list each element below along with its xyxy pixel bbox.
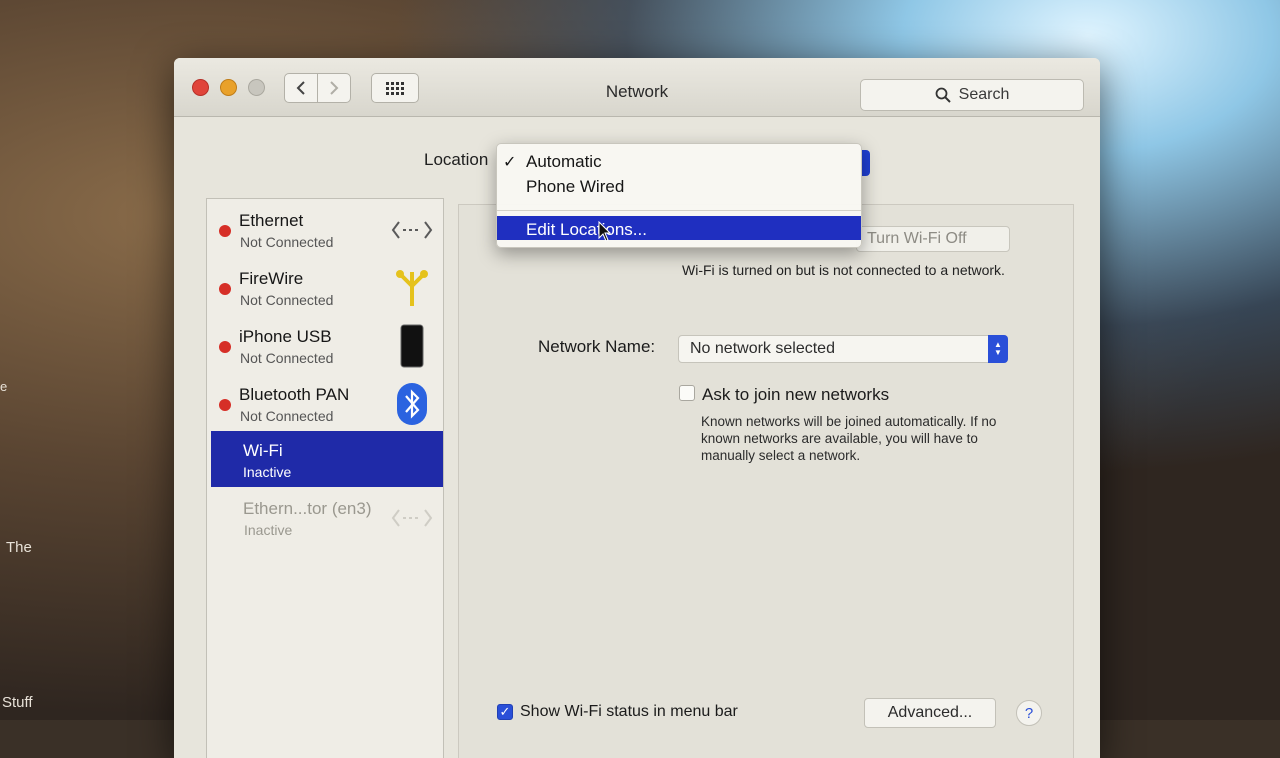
network-name-select[interactable]: No network selected ▲ ▼ bbox=[678, 335, 1008, 363]
show-wifi-status-checkbox[interactable]: ✓ bbox=[497, 704, 513, 720]
service-status: Not Connected bbox=[240, 234, 334, 250]
service-status: Not Connected bbox=[240, 350, 334, 366]
bluetooth-icon bbox=[391, 383, 433, 425]
service-name: Bluetooth PAN bbox=[239, 385, 350, 404]
menu-item-phone-wired[interactable]: Phone Wired bbox=[497, 173, 861, 197]
service-status: Inactive bbox=[243, 464, 292, 480]
menu-separator bbox=[497, 210, 861, 211]
title-bar: Network Search bbox=[174, 58, 1100, 117]
iphone-icon bbox=[391, 324, 433, 368]
service-list[interactable]: Ethernet Not Connected FireWire Not Conn… bbox=[206, 198, 444, 758]
status-dot-red bbox=[219, 341, 231, 353]
firewire-icon bbox=[391, 269, 433, 307]
menu-item-automatic[interactable]: ✓ Automatic bbox=[497, 148, 861, 172]
wifi-status-text: Wi-Fi is turned on but is not connected … bbox=[682, 262, 1005, 278]
ask-join-help-text: Known networks will be joined automatica… bbox=[701, 414, 997, 463]
service-name: Ethernet bbox=[239, 211, 304, 230]
service-ethernet[interactable]: Ethernet Not Connected bbox=[207, 201, 443, 257]
ask-join-label: Ask to join new networks bbox=[702, 385, 890, 404]
status-dot-red bbox=[219, 399, 231, 411]
desktop-label-e: e bbox=[0, 379, 8, 394]
service-bluetooth-pan[interactable]: Bluetooth PAN Not Connected bbox=[207, 375, 443, 431]
service-status: Not Connected bbox=[240, 292, 334, 308]
turn-wifi-off-button[interactable]: Turn Wi-Fi Off bbox=[856, 226, 1010, 252]
ask-join-checkbox[interactable] bbox=[679, 385, 695, 401]
checkmark-icon: ✓ bbox=[503, 154, 517, 171]
help-button[interactable]: ? bbox=[1016, 700, 1042, 726]
search-field[interactable]: Search bbox=[860, 79, 1084, 111]
search-placeholder: Search bbox=[958, 86, 1010, 103]
show-wifi-status-label: Show Wi-Fi status in menu bar bbox=[520, 703, 738, 720]
network-name-label: Network Name: bbox=[538, 337, 656, 356]
service-name: iPhone USB bbox=[239, 327, 332, 346]
service-ethernet-en3[interactable]: Ethern...tor (en3) Inactive bbox=[207, 489, 443, 545]
ethernet-arrows-icon bbox=[391, 211, 433, 249]
location-label: Location bbox=[424, 150, 489, 169]
service-name: Wi-Fi bbox=[243, 441, 283, 460]
service-status: Inactive bbox=[244, 522, 293, 538]
status-dot-red bbox=[219, 283, 231, 295]
menu-item-label: Edit Locations... bbox=[526, 220, 647, 239]
service-firewire[interactable]: FireWire Not Connected bbox=[207, 259, 443, 315]
service-status: Not Connected bbox=[240, 408, 334, 424]
service-wifi[interactable]: Wi-Fi Inactive bbox=[211, 431, 443, 487]
menu-item-label: Automatic bbox=[526, 152, 602, 171]
wifi-detail-panel bbox=[458, 204, 1074, 758]
menu-item-edit-locations[interactable]: Edit Locations... bbox=[497, 216, 861, 240]
service-name: Ethern...tor (en3) bbox=[243, 499, 372, 518]
chevron-updown-icon: ▲ ▼ bbox=[988, 335, 1008, 363]
menu-item-label: Phone Wired bbox=[526, 177, 625, 196]
service-iphone-usb[interactable]: iPhone USB Not Connected bbox=[207, 317, 443, 373]
desktop-label-the: The bbox=[6, 539, 32, 556]
search-icon bbox=[935, 87, 951, 103]
location-popup-menu: ✓ Automatic Phone Wired Edit Locations..… bbox=[496, 143, 862, 248]
mouse-pointer-icon bbox=[598, 221, 612, 242]
status-dot-red bbox=[219, 225, 231, 237]
network-name-value: No network selected bbox=[690, 340, 835, 357]
service-name: FireWire bbox=[239, 269, 304, 288]
advanced-button[interactable]: Advanced... bbox=[864, 698, 996, 728]
ethernet-arrows-icon bbox=[391, 499, 433, 537]
desktop-label-stuff: Stuff bbox=[2, 694, 33, 711]
